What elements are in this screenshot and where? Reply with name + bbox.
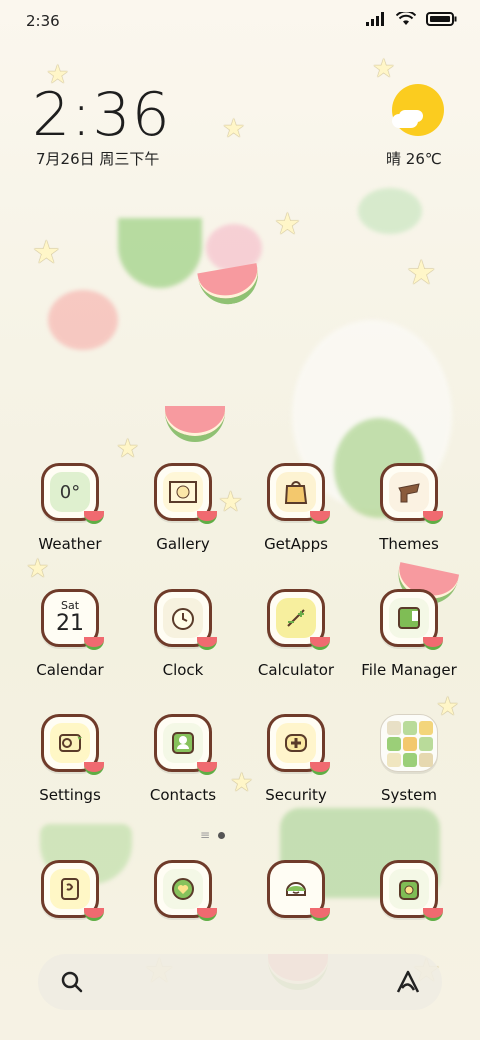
- weather-temp: 26℃: [405, 150, 442, 168]
- page-list-icon: ≡: [200, 828, 211, 842]
- melon-slice-decoration: [165, 406, 225, 442]
- app-label: Gallery: [156, 535, 210, 553]
- calendar-date: 21: [56, 611, 84, 636]
- status-bar: 2:36: [0, 0, 480, 44]
- app-label: Weather: [38, 535, 102, 553]
- camera-icon: [380, 860, 443, 921]
- file-manager-icon: [380, 589, 443, 650]
- weather-widget-text: 晴 26℃: [386, 148, 442, 169]
- status-icons: [366, 12, 458, 26]
- getapps-icon: [267, 463, 330, 524]
- folder-system[interactable]: System: [354, 714, 464, 804]
- weather-icon: 0°: [41, 463, 104, 524]
- app-security[interactable]: Security: [241, 714, 351, 804]
- star-decoration: ★: [406, 253, 437, 293]
- sunny-cloud-icon[interactable]: [392, 84, 444, 136]
- app-label: Contacts: [149, 786, 217, 804]
- search-bar[interactable]: [38, 954, 442, 1010]
- app-label: Security: [265, 786, 327, 804]
- app-clock[interactable]: Clock: [128, 589, 238, 679]
- weather-condition: 晴: [386, 150, 402, 168]
- app-themes[interactable]: Themes: [354, 463, 464, 553]
- clock-icon: [154, 589, 217, 650]
- star-decoration: ★: [222, 114, 246, 144]
- star-decoration: ★: [274, 207, 301, 242]
- app-label: GetApps: [264, 535, 328, 553]
- app-label: System: [381, 786, 437, 804]
- dock-app-browser[interactable]: [241, 860, 351, 921]
- dock-app-camera[interactable]: [354, 860, 464, 921]
- calculator-icon: [267, 589, 330, 650]
- app-file-manager[interactable]: File Manager: [354, 589, 464, 679]
- weather-icon-text: 0°: [59, 481, 81, 503]
- cloud-icon: [392, 114, 418, 128]
- messages-icon: [154, 860, 217, 921]
- settings-icon: [41, 714, 104, 775]
- star-decoration: ★: [116, 434, 140, 464]
- app-label: File Manager: [361, 661, 457, 679]
- background-blob-melon-bowl: [118, 218, 202, 288]
- app-label: Settings: [39, 786, 101, 804]
- clock-widget-date: 7月26日 周三下午: [36, 150, 160, 168]
- assistant-icon[interactable]: [394, 968, 422, 996]
- themes-icon: [380, 463, 443, 524]
- status-time: 2:36: [26, 12, 60, 30]
- app-label: Calculator: [257, 661, 335, 679]
- page-indicator[interactable]: ≡: [200, 828, 226, 842]
- app-settings[interactable]: Settings: [15, 714, 125, 804]
- melon-slice-decoration: [197, 263, 263, 309]
- calendar-icon: Sat 21: [41, 589, 104, 650]
- background-blob-green: [358, 188, 422, 234]
- star-decoration: ★: [372, 54, 396, 84]
- wifi-icon: [396, 12, 416, 25]
- app-gallery[interactable]: Gallery: [128, 463, 238, 553]
- clock-widget-time[interactable]: 2:36: [32, 80, 171, 150]
- star-decoration: ★: [26, 554, 50, 584]
- app-getapps[interactable]: GetApps: [241, 463, 351, 553]
- star-decoration: ★: [32, 233, 61, 271]
- dock-app-messages[interactable]: [128, 860, 238, 921]
- browser-icon: [267, 860, 330, 921]
- signal-icon: [366, 12, 384, 26]
- search-icon[interactable]: [60, 970, 84, 994]
- dock-app-phone[interactable]: [15, 860, 125, 921]
- folder-mini-icons: [387, 721, 433, 767]
- background-blob-pink: [48, 290, 118, 350]
- page-dot-active: [218, 831, 226, 839]
- phone-icon: [41, 860, 104, 921]
- security-icon: [267, 714, 330, 775]
- gallery-icon: [154, 463, 217, 524]
- app-weather[interactable]: 0° Weather: [15, 463, 125, 553]
- app-contacts[interactable]: Contacts: [128, 714, 238, 804]
- app-label: Calendar: [36, 661, 104, 679]
- contacts-icon: [154, 714, 217, 775]
- app-label: Themes: [379, 535, 439, 553]
- app-label: Clock: [162, 661, 204, 679]
- battery-icon: [426, 12, 457, 26]
- folder-icon: [380, 714, 438, 772]
- app-calendar[interactable]: Sat 21 Calendar: [15, 589, 125, 679]
- app-calculator[interactable]: Calculator: [241, 589, 351, 679]
